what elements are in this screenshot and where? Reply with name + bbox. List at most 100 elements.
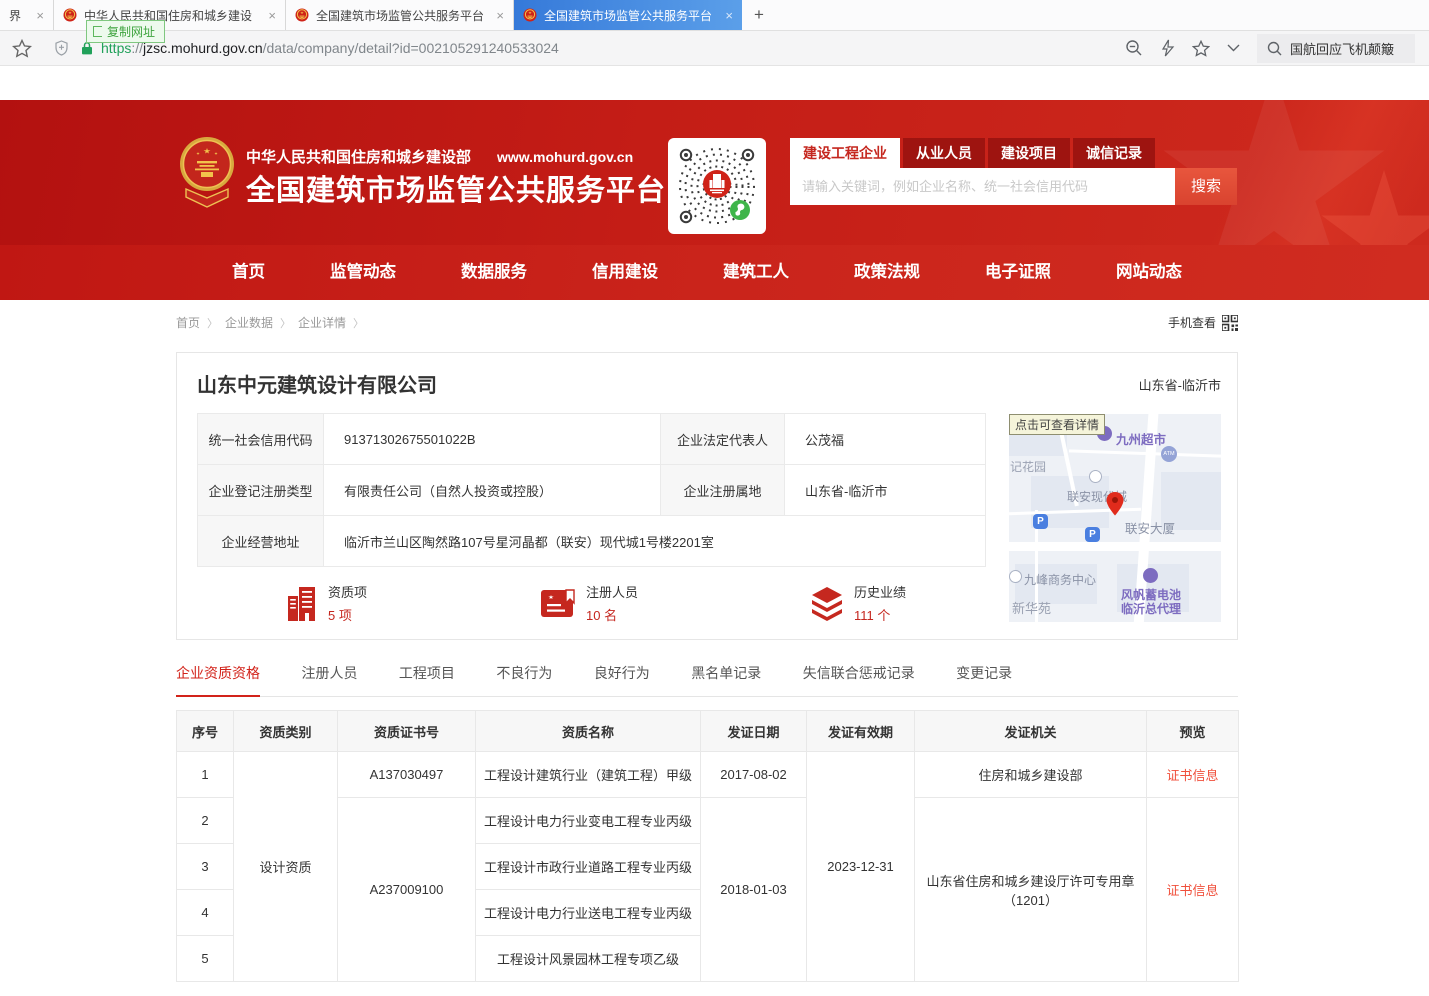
breadcrumb-separator: 〉 (353, 315, 364, 331)
nav-item-policy[interactable]: 政策法规 (854, 245, 920, 300)
map-label-lianan-tower: 联安大厦 (1125, 518, 1175, 537)
copy-url-tooltip-label: 复制网址 (107, 23, 155, 40)
certificate-info-link[interactable]: 证书信息 (1147, 798, 1239, 982)
main-navigation: 首页 监管动态 数据服务 信用建设 建筑工人 政策法规 电子证照 网站动态 (0, 245, 1429, 300)
stat-history-performance[interactable]: 历史业绩 111 个 (809, 585, 906, 624)
building-icon (285, 585, 319, 623)
map-label-battery-2: 临沂总代理 (1121, 600, 1181, 617)
company-stats: 资质项 5 项 注册人员 10 名 历史 (197, 581, 987, 635)
search-tab-credit[interactable]: 诚信记录 (1073, 138, 1155, 168)
search-category-tabs: 建设工程企业 从业人员 建设项目 诚信记录 (790, 138, 1237, 168)
legal-rep-label: 企业法定代表人 (661, 414, 785, 465)
quick-search-text: 国航回应飞机颠簸 (1290, 39, 1394, 58)
stat-qualifications[interactable]: 资质项 5 项 (285, 585, 367, 624)
company-location-map[interactable]: 点击可查看详情 九州超市 ATM 记花园 联安现代城 P P 联安大厦 九峰商务… (1009, 414, 1221, 622)
company-card: 山东中元建筑设计有限公司 山东省-临沂市 统一社会信用代码 9137130267… (176, 352, 1238, 640)
keyword-search-input[interactable] (790, 168, 1175, 205)
map-tooltip: 点击可查看详情 (1009, 414, 1105, 435)
search-tab-enterprise[interactable]: 建设工程企业 (790, 138, 900, 168)
flash-save-icon[interactable] (1160, 39, 1175, 57)
address-value: 临沂市兰山区陶然路107号星河晶都（联安）现代城1号楼2201室 (324, 516, 986, 567)
building-poi-icon (1089, 470, 1102, 483)
qualification-table: 序号 资质类别 资质证书号 资质名称 发证日期 发证有效期 发证机关 预览 1 … (176, 710, 1239, 982)
table-row: 1 设计资质 A137030497 工程设计建筑行业（建筑工程）甲级 2017-… (177, 752, 1239, 798)
company-name: 山东中元建筑设计有限公司 (197, 369, 437, 398)
col-header-issue-date: 发证日期 (701, 711, 807, 752)
browser-tab-3[interactable]: 全国建筑市场监管公共服务平台 × (286, 0, 514, 30)
site-favicon-icon (295, 8, 309, 22)
breadcrumb-home[interactable]: 首页 (176, 314, 200, 331)
nav-item-supervision[interactable]: 监管动态 (330, 245, 396, 300)
search-tab-project[interactable]: 建设项目 (988, 138, 1070, 168)
credit-code-label: 统一社会信用代码 (198, 414, 324, 465)
nav-item-site-news[interactable]: 网站动态 (1116, 245, 1182, 300)
tab-blacklist[interactable]: 黑名单记录 (691, 663, 761, 695)
reg-region-label: 企业注册属地 (661, 465, 785, 516)
detail-tabs: 企业资质资格 注册人员 工程项目 不良行为 良好行为 黑名单记录 失信联合惩戒记… (176, 663, 1238, 697)
browser-tab-1[interactable]: 界 × (0, 0, 54, 30)
breadcrumb-company-data[interactable]: 企业数据 (225, 314, 273, 331)
parking-label: P (1089, 529, 1096, 540)
header-search-module: 建设工程企业 从业人员 建设项目 诚信记录 搜索 (790, 138, 1237, 205)
tab-label: 全国建筑市场监管公共服务平台 (544, 7, 712, 24)
secure-lock-icon[interactable] (81, 41, 93, 55)
chevron-down-icon[interactable] (1227, 44, 1240, 52)
qualification-table-wrap: 序号 资质类别 资质证书号 资质名称 发证日期 发证有效期 发证机关 预览 1 … (176, 710, 1238, 982)
stat-value: 111 个 (854, 605, 906, 624)
zoom-out-icon[interactable] (1125, 39, 1143, 57)
tab-close-icon[interactable]: × (496, 8, 504, 23)
copy-url-tooltip: 复制网址 (86, 20, 165, 43)
tab-registered-personnel[interactable]: 注册人员 (301, 663, 357, 695)
browser-tab-active[interactable]: 全国建筑市场监管公共服务平台 × (514, 0, 742, 30)
tab-bad-behavior[interactable]: 不良行为 (496, 663, 552, 695)
tab-dishonesty-records[interactable]: 失信联合惩戒记录 (803, 663, 915, 695)
search-button[interactable]: 搜索 (1175, 168, 1237, 205)
breadcrumb: 首页 〉 企业数据 〉 企业详情 〉 手机查看 (176, 314, 1238, 331)
favorite-star-icon[interactable] (1192, 40, 1210, 57)
tab-close-icon[interactable]: × (268, 8, 276, 23)
url-text[interactable]: https://jzsc.mohurd.gov.cn/data/company/… (101, 40, 559, 56)
breadcrumb-separator: 〉 (280, 315, 291, 331)
cell-no: 4 (177, 890, 234, 936)
atm-label: ATM (1163, 451, 1174, 457)
cell-no: 1 (177, 752, 234, 798)
nav-item-workers[interactable]: 建筑工人 (723, 245, 789, 300)
bookmark-star-icon[interactable] (12, 39, 32, 58)
nav-item-e-license[interactable]: 电子证照 (985, 245, 1051, 300)
header-qr-code (668, 138, 766, 234)
address-left-icons (12, 39, 93, 58)
search-row: 搜索 (790, 168, 1237, 205)
parking-icon: P (1033, 514, 1048, 529)
tab-close-icon[interactable]: × (36, 8, 44, 23)
table-row: 统一社会信用代码 91371302675501022B 企业法定代表人 公茂福 (198, 414, 986, 465)
national-emblem-logo (178, 134, 236, 214)
col-header-no: 序号 (177, 711, 234, 752)
shield-permissions-icon[interactable] (54, 40, 69, 56)
search-tab-personnel[interactable]: 从业人员 (903, 138, 985, 168)
map-label-supermarket: 九州超市 (1116, 429, 1166, 448)
map-label-jiufeng: 九峰商务中心 (1024, 571, 1096, 588)
cell-authority: 山东省住房和城乡建设厅许可专用章（1201） (915, 798, 1147, 982)
map-label-xinhua: 新华苑 (1012, 598, 1051, 617)
tab-projects[interactable]: 工程项目 (399, 663, 455, 695)
site-favicon-icon (523, 8, 537, 22)
tab-qualifications[interactable]: 企业资质资格 (176, 663, 260, 697)
nav-item-home[interactable]: 首页 (232, 245, 265, 300)
cell-name: 工程设计电力行业变电工程专业丙级 (476, 798, 701, 844)
col-header-preview: 预览 (1147, 711, 1239, 752)
nav-item-data-service[interactable]: 数据服务 (461, 245, 527, 300)
tab-change-records[interactable]: 变更记录 (956, 663, 1012, 695)
stat-registered-personnel[interactable]: 注册人员 10 名 (539, 585, 638, 624)
quick-search-box[interactable]: 国航回应飞机颠簸 (1257, 34, 1415, 63)
new-tab-button[interactable]: + (742, 0, 776, 30)
tab-good-behavior[interactable]: 良好行为 (594, 663, 650, 695)
certificate-info-link[interactable]: 证书信息 (1147, 752, 1239, 798)
stat-label: 资质项 (328, 585, 367, 600)
mobile-view-toggle[interactable]: 手机查看 (1168, 314, 1238, 331)
cell-issue-date: 2018-01-03 (701, 798, 807, 982)
parking-icon: P (1085, 527, 1100, 542)
nav-item-credit[interactable]: 信用建设 (592, 245, 658, 300)
cell-name: 工程设计风景园林工程专项乙级 (476, 936, 701, 982)
tab-close-icon[interactable]: × (725, 8, 733, 23)
site-favicon-icon (63, 8, 77, 22)
